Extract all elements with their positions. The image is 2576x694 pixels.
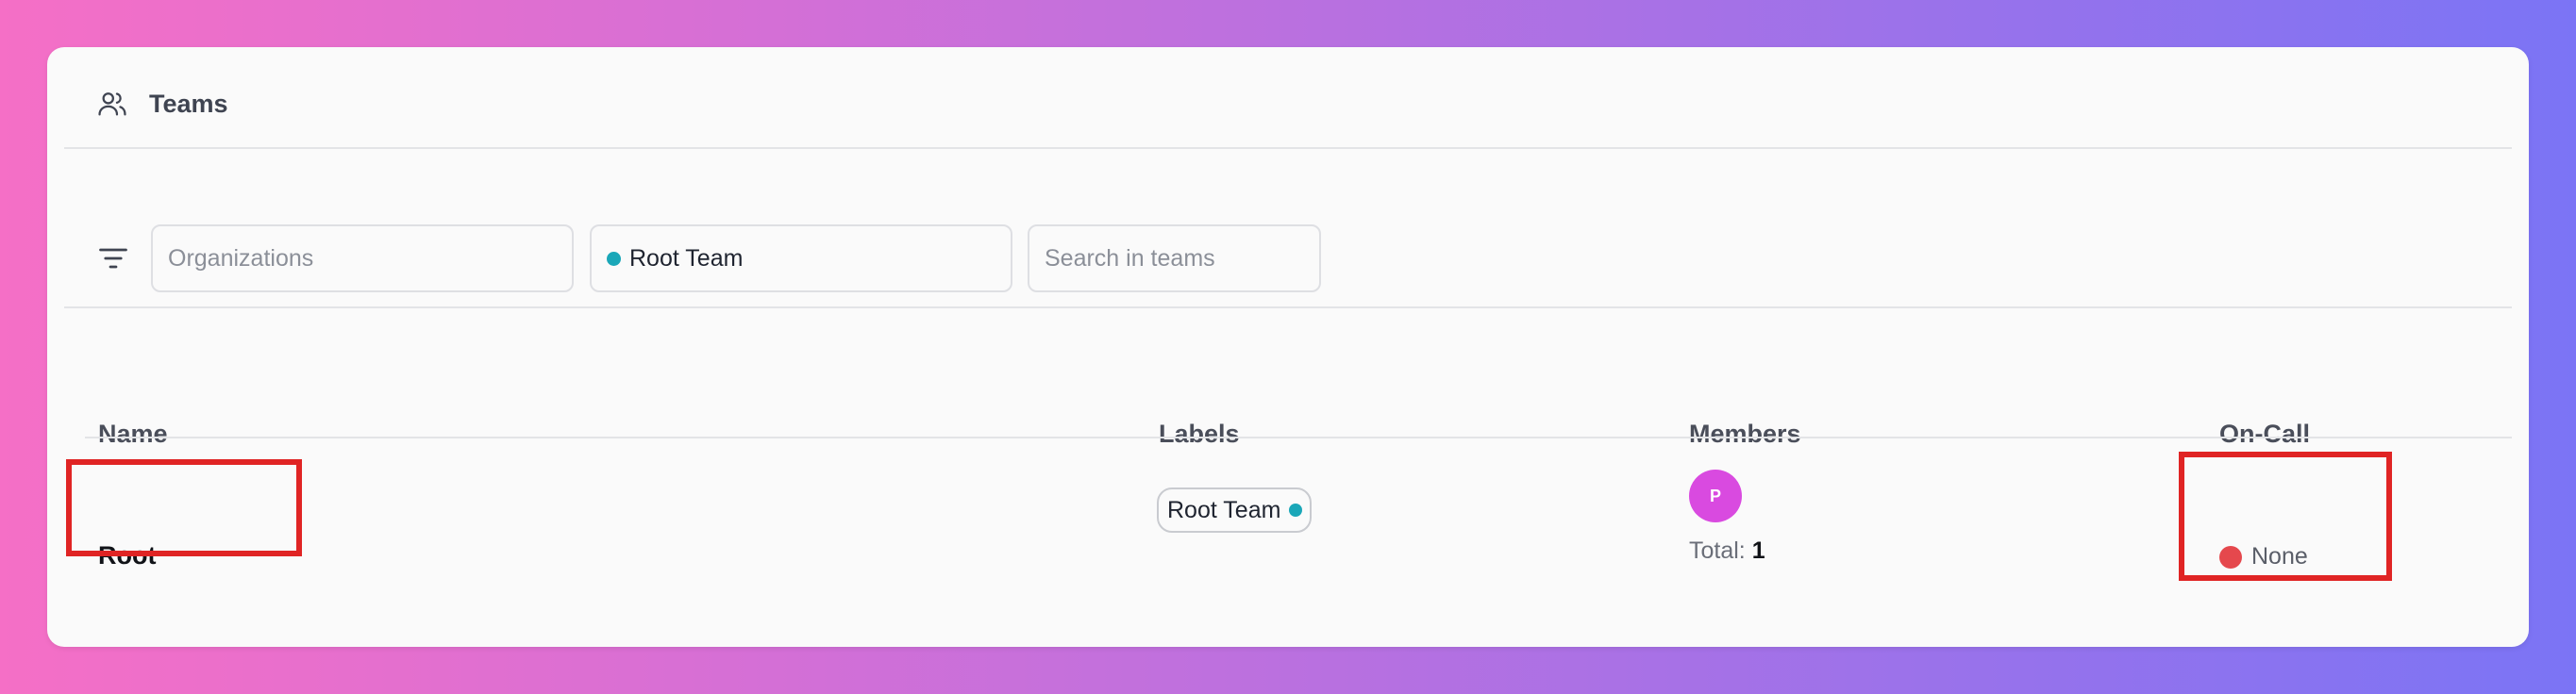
table-header-divider [85,437,2512,438]
team-name-link[interactable]: Root [98,541,156,570]
member-avatar[interactable]: P [1689,470,1742,522]
team-label-text: Root Team [1167,496,1281,523]
organizations-placeholder: Organizations [168,244,314,272]
members-total-label: Total: [1689,537,1746,564]
filter-icon[interactable] [96,241,130,275]
team-label-badge[interactable]: Root Team [1157,487,1313,533]
column-header-members: Members [1689,420,1801,448]
search-placeholder: Search in teams [1045,244,1215,272]
oncall-status-text: None [2251,543,2308,570]
label-filter-value: Root Team [629,244,744,272]
column-header-labels: Labels [1159,420,1240,448]
oncall-status-dot [2219,545,2242,569]
users-icon [96,88,128,120]
teams-card: Teams Organizations Root Team Search in … [47,47,2529,647]
organizations-select[interactable]: Organizations [151,224,574,292]
members-total: Total: 1 [1689,537,1765,565]
oncall-status: None [2219,543,2308,570]
label-color-dot [607,251,621,266]
page-header: Teams [96,81,228,126]
label-filter-select[interactable]: Root Team [590,224,1012,292]
team-label-color-dot [1289,504,1303,517]
member-avatar-initial: P [1709,486,1721,505]
page-title: Teams [149,89,228,118]
header-divider [64,147,2512,149]
column-header-oncall: On-Call [2219,420,2311,448]
members-total-value: 1 [1751,537,1765,564]
filters-divider [64,306,2512,308]
column-header-name: Name [98,420,168,448]
search-teams-input[interactable]: Search in teams [1028,224,1321,292]
